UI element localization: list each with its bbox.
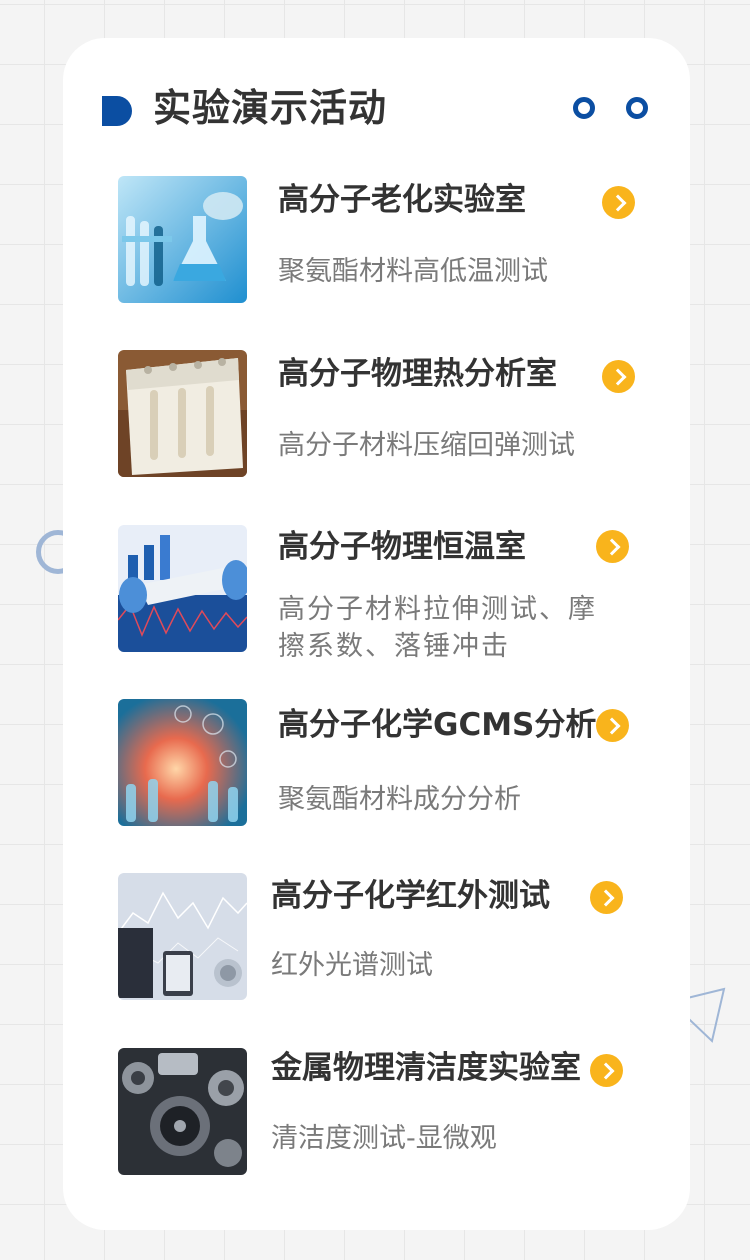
material-stretch-photo [118,525,247,652]
ring-dot-icon [573,97,595,119]
item-title: 高分子化学红外测试 [271,878,550,914]
page-title: 实验演示活动 [153,86,388,130]
chevron-right-icon[interactable] [602,186,635,219]
item-title: 高分子老化实验室 [278,182,526,218]
item-title: 高分子化学GCMS分析 [278,707,597,743]
infrared-data-photo [118,873,247,1000]
list-item-constant-temp-room[interactable]: 高分子物理恒温室 高分子材料拉伸测试、摩擦系数、落锤冲击 [63,525,690,665]
item-description: 聚氨酯材料高低温测试 [278,256,548,287]
chevron-right-icon[interactable] [602,360,635,393]
list-item-cleanliness-lab[interactable]: 金属物理清洁度实验室 清洁度测试-显微观 [63,1048,690,1188]
lab-activity-card: 实验演示活动 高分子老化实验室 聚氨酯材料高低温测试 高分子物理热分析室 高分子… [63,38,690,1230]
item-description: 红外光谱测试 [271,950,433,981]
item-title: 高分子物理恒温室 [278,529,526,565]
item-description: 高分子材料拉伸测试、摩擦系数、落锤冲击 [278,594,597,662]
title-marker-icon [102,96,132,126]
list-item-aging-lab[interactable]: 高分子老化实验室 聚氨酯材料高低温测试 [63,176,690,316]
item-description: 聚氨酯材料成分分析 [278,784,521,815]
list-item-thermal-analysis[interactable]: 高分子物理热分析室 高分子材料压缩回弹测试 [63,350,690,490]
ring-dot-icon [626,97,648,119]
chevron-right-icon[interactable] [596,709,629,742]
item-title: 高分子物理热分析室 [278,356,557,392]
card-header: 实验演示活动 [63,38,690,178]
list-item-infrared-test[interactable]: 高分子化学红外测试 红外光谱测试 [63,873,690,1013]
list-item-gcms-analysis[interactable]: 高分子化学GCMS分析 聚氨酯材料成分分析 [63,699,690,839]
chevron-right-icon[interactable] [590,1054,623,1087]
chevron-right-icon[interactable] [596,530,629,563]
engine-parts-photo [118,1048,247,1175]
chevron-right-icon[interactable] [590,881,623,914]
lab-glassware-photo [118,176,247,303]
item-title: 金属物理清洁度实验室 [271,1050,581,1086]
chemistry-lab-photo [118,699,247,826]
item-description: 高分子材料压缩回弹测试 [278,430,575,461]
foam-sample-photo [118,350,247,477]
item-description: 清洁度测试-显微观 [271,1123,497,1154]
